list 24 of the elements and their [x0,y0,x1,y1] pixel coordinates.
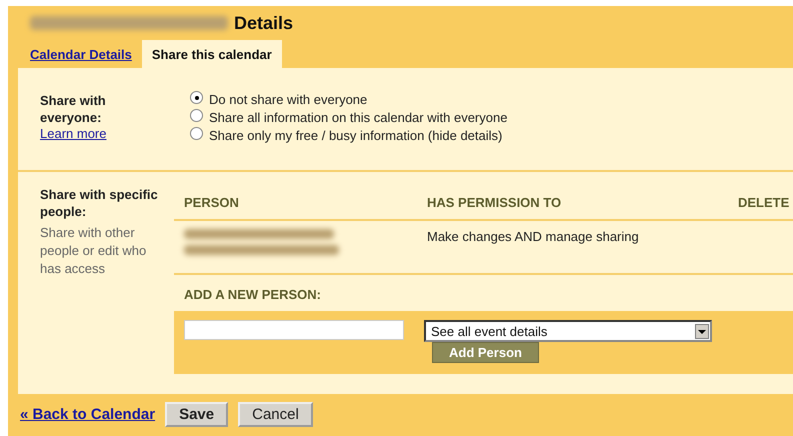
section-hint: Share with other people or edit who has access [40,224,148,278]
footer-button[interactable]: Cancel [238,402,313,426]
section-label: Share with everyone: [40,92,107,126]
learn-more-link[interactable]: Learn more [40,126,180,141]
add-person-button[interactable]: Add Person [432,342,539,363]
radio-label: Share all information on this calendar with everyone [209,110,508,125]
page-title: Details [234,12,294,34]
tab[interactable]: Share this calendar [142,40,282,68]
section-label: Share with specific people: [40,186,159,220]
column-header: PERSON [184,195,240,210]
permission-text: Make changes AND manage sharing [427,229,640,246]
back-to-calendar-link[interactable]: « Back to Calendar [20,406,156,422]
radio-button[interactable] [190,127,203,140]
email-input-field[interactable] [184,320,404,340]
radio-button[interactable] [190,109,203,122]
radio-label: Do not share with everyone [209,92,368,107]
add-person-label: ADD A NEW PERSON: [183,286,322,304]
tab[interactable]: Calendar Details [20,40,142,68]
permission-dropdown[interactable]: See all event details [424,320,712,342]
footer-button[interactable]: Save [165,402,228,426]
column-header: HAS PERMISSION TO [427,195,562,210]
radio-button[interactable] [190,91,203,104]
radio-label: Share only my free / busy information (hide details) [209,128,502,143]
column-header: DELETE [738,195,790,210]
